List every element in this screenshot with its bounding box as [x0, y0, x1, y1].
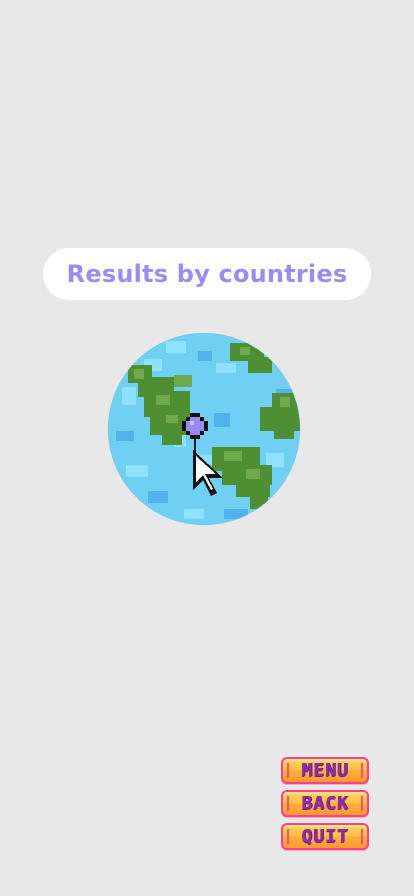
globe-illustration	[104, 333, 310, 529]
back-button-label: BACK	[301, 792, 349, 814]
page-title: Results by countries	[66, 260, 348, 288]
quit-button-label: QUIT	[301, 825, 349, 847]
back-button[interactable]: BACK	[281, 790, 369, 817]
menu-button-label: MENU	[301, 759, 349, 781]
quit-button[interactable]: QUIT	[281, 823, 369, 850]
menu-button[interactable]: MENU	[281, 757, 369, 784]
globe-icon	[107, 333, 301, 526]
page-title-pill: Results by countries	[43, 248, 371, 300]
game-menu: MENU BACK QUIT	[281, 757, 371, 856]
results-screen: Results by countries MENU BACK QUIT	[0, 0, 414, 896]
